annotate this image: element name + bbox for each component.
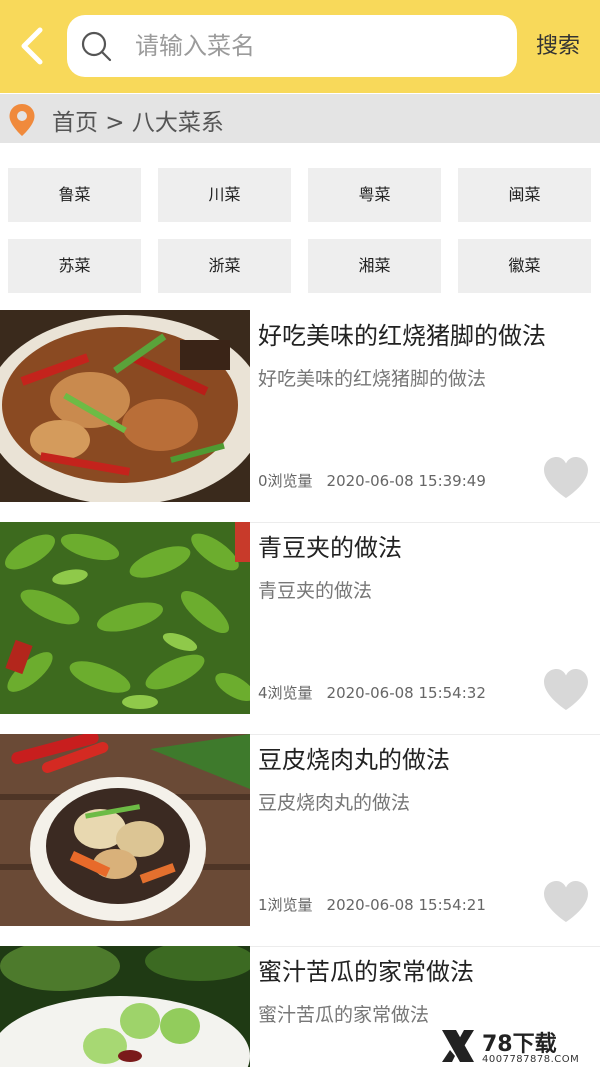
category-min[interactable]: 闽菜: [458, 168, 591, 222]
search-icon: [81, 31, 112, 62]
recipe-item[interactable]: 青豆夹的做法 青豆夹的做法 4浏览量 2020-06-08 15:54:32: [0, 522, 600, 735]
category-zhe[interactable]: 浙菜: [158, 239, 291, 293]
search-input[interactable]: [135, 15, 495, 77]
search-box[interactable]: [67, 15, 517, 77]
recipe-meta: 0浏览量 2020-06-08 15:39:49: [258, 470, 486, 491]
view-count: 4浏览量: [258, 684, 313, 702]
view-count: 1浏览量: [258, 896, 313, 914]
recipe-description: 豆皮烧肉丸的做法: [258, 792, 411, 814]
watermark: 78下载 4007787878.COM: [438, 1026, 598, 1066]
recipe-item[interactable]: 豆皮烧肉丸的做法 豆皮烧肉丸的做法 1浏览量 2020-06-08 15:54:2…: [0, 734, 600, 947]
recipe-meta: 4浏览量 2020-06-08 15:54:32: [258, 682, 486, 703]
recipe-description: 青豆夹的做法: [258, 580, 373, 602]
recipe-photo: [0, 522, 250, 714]
78xiazai-logo-icon: [442, 1030, 474, 1062]
recipe-title[interactable]: 蜜汁苦瓜的家常做法: [258, 952, 474, 987]
category-hui[interactable]: 徽菜: [458, 239, 591, 293]
top-bar: 搜索: [0, 0, 600, 93]
recipe-description: 蜜汁苦瓜的家常做法: [258, 1004, 430, 1026]
recipe-meta: 1浏览量 2020-06-08 15:54:21: [258, 894, 486, 915]
recipe-title[interactable]: 好吃美味的红烧猪脚的做法: [258, 316, 546, 351]
heart-icon[interactable]: [542, 668, 590, 712]
recipe-photo: [0, 946, 250, 1067]
heart-icon[interactable]: [542, 456, 590, 500]
recipe-photo: [0, 734, 250, 926]
category-lu[interactable]: 鲁菜: [8, 168, 141, 222]
publish-date: 2020-06-08 15:39:49: [326, 472, 486, 490]
publish-date: 2020-06-08 15:54:32: [326, 684, 486, 702]
category-xiang[interactable]: 湘菜: [308, 239, 441, 293]
location-pin-icon: [9, 104, 35, 136]
category-chuan[interactable]: 川菜: [158, 168, 291, 222]
search-button[interactable]: 搜索: [536, 28, 580, 60]
publish-date: 2020-06-08 15:54:21: [326, 896, 486, 914]
back-arrow-icon[interactable]: [16, 26, 52, 66]
breadcrumb: 首页 > 八大菜系: [0, 94, 600, 143]
heart-icon[interactable]: [542, 880, 590, 924]
recipe-item[interactable]: 好吃美味的红烧猪脚的做法 好吃美味的红烧猪脚的做法 0浏览量 2020-06-08…: [0, 310, 600, 523]
recipe-title[interactable]: 豆皮烧肉丸的做法: [258, 740, 450, 775]
breadcrumb-text: 首页 > 八大菜系: [52, 110, 224, 136]
recipe-photo: [0, 310, 250, 502]
recipe-title[interactable]: 青豆夹的做法: [258, 528, 402, 563]
watermark-url: 4007787878.COM: [482, 1054, 580, 1065]
category-su[interactable]: 苏菜: [8, 239, 141, 293]
view-count: 0浏览量: [258, 472, 313, 490]
recipe-description: 好吃美味的红烧猪脚的做法: [258, 368, 487, 390]
category-yue[interactable]: 粤菜: [308, 168, 441, 222]
